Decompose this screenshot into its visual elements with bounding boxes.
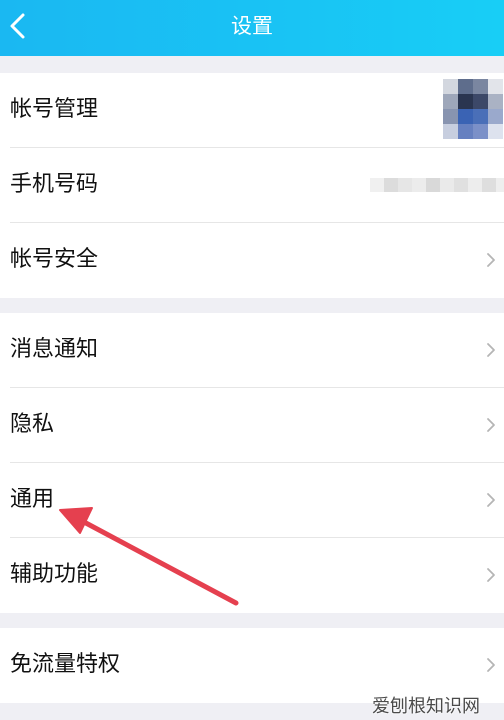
watermark-text: 爱刨根知识网 [372, 696, 480, 717]
watermark: 爱刨根知识网 [372, 684, 504, 720]
annotation-arrow-icon [59, 507, 239, 606]
